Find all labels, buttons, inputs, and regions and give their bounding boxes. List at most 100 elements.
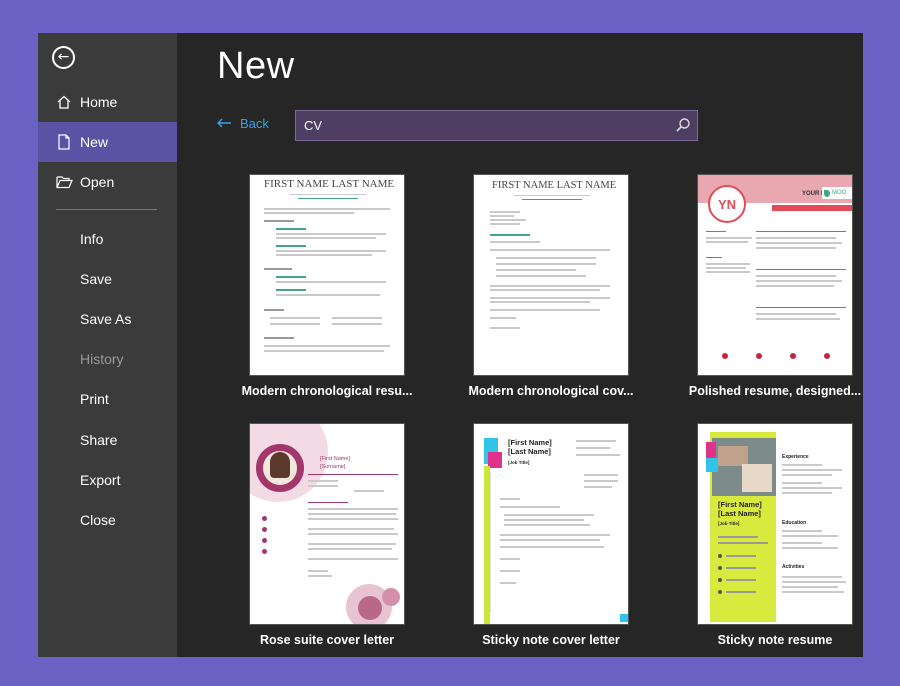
- template-card[interactable]: FIRST NAME LAST NAME Modern chronologica…: [468, 174, 634, 398]
- thumb-line: [490, 289, 600, 291]
- thumb-line: [718, 536, 758, 538]
- thumb-line: [308, 548, 392, 550]
- thumb-line: [584, 474, 618, 476]
- backstage-sidebar: ← Home New Open Info Save Save As Histor…: [38, 33, 177, 657]
- thumb-line: [264, 208, 390, 210]
- thumb-line: [726, 579, 756, 581]
- template-search-box[interactable]: [295, 110, 698, 141]
- new-document-icon: [55, 133, 73, 151]
- thumb-title: FIRST NAME LAST NAME: [264, 178, 395, 190]
- thumb-line: [496, 257, 596, 259]
- thumb-line: [576, 447, 610, 449]
- thumb-last-name: [Last Name]: [718, 509, 761, 518]
- nav-home-label: Home: [80, 94, 118, 110]
- thumb-line: [490, 219, 526, 221]
- home-icon: [55, 93, 73, 111]
- template-card[interactable]: [First Name] [Surname] Rose suite cover …: [249, 423, 405, 647]
- thumb-first-name: [First Name]: [718, 500, 762, 509]
- thumb-line: [276, 250, 386, 252]
- thumb-line: [500, 570, 520, 572]
- thumb-line: [276, 289, 306, 291]
- nav-share[interactable]: Share: [38, 420, 177, 460]
- template-label[interactable]: Modern chronological cov...: [461, 384, 641, 398]
- nav-save-as[interactable]: Save As: [38, 299, 177, 339]
- thumb-surname: [Surname]: [320, 464, 346, 470]
- thumb-job-title: [Job Title]: [508, 460, 530, 465]
- thumb-section-experience: Experience: [782, 454, 809, 460]
- thumb-line: [308, 570, 328, 572]
- thumb-line: [782, 464, 822, 466]
- nav-print[interactable]: Print: [38, 379, 177, 419]
- search-icon[interactable]: [675, 117, 691, 133]
- nav-export[interactable]: Export: [38, 460, 177, 500]
- thumb-section-activities: Activities: [782, 564, 805, 570]
- thumb-line: [756, 237, 836, 239]
- thumb-line: [782, 547, 838, 549]
- thumb-line: [706, 267, 746, 269]
- thumb-line: [706, 237, 752, 239]
- thumb-photo-figure: [270, 452, 290, 478]
- template-card[interactable]: YN YOUR N MOO Polished resume, designed.…: [689, 174, 861, 398]
- thumb-line: [504, 519, 584, 521]
- template-card[interactable]: FIRST NAME LAST NAME Modern chronologica…: [242, 174, 412, 398]
- thumb-line: [756, 313, 836, 315]
- thumb-line: [500, 498, 520, 500]
- backstage-window: ← Home New Open Info Save Save As Histor…: [38, 33, 863, 657]
- thumb-line: [308, 518, 398, 520]
- template-thumbnail[interactable]: [First Name] [Last Name] [Job Title]: [473, 423, 629, 625]
- template-label[interactable]: Rose suite cover letter: [237, 633, 417, 647]
- template-thumbnail[interactable]: [First Name] [Last Name] [Job Title] Exp…: [697, 423, 853, 625]
- thumb-line: [496, 275, 586, 277]
- template-thumbnail[interactable]: YN YOUR N MOO: [697, 174, 853, 376]
- thumb-line: [726, 567, 756, 569]
- thumb-line: [726, 591, 756, 593]
- template-thumbnail[interactable]: FIRST NAME LAST NAME: [473, 174, 629, 376]
- thumb-contact-dot: [262, 538, 267, 543]
- thumb-contact-dot: [718, 590, 722, 594]
- thumb-sticky: [620, 614, 628, 622]
- thumb-line: [264, 345, 390, 347]
- nav-new[interactable]: New: [38, 122, 177, 162]
- thumb-sticky: [706, 458, 718, 472]
- page-title: New: [217, 45, 295, 87]
- template-card[interactable]: [First Name] [Last Name] [Job Title] Sti…: [473, 423, 629, 647]
- back-arrow-icon[interactable]: ←: [52, 46, 75, 69]
- thumb-line: [782, 586, 838, 588]
- template-label[interactable]: Sticky note resume: [685, 633, 863, 647]
- thumb-line: [264, 309, 284, 311]
- thumb-line: [782, 581, 846, 583]
- thumb-line: [504, 514, 594, 516]
- nav-save[interactable]: Save: [38, 259, 177, 299]
- thumb-line: [490, 297, 610, 299]
- thumb-line: [576, 454, 620, 456]
- thumb-line: [264, 350, 384, 352]
- back-arrow-icon: [216, 116, 232, 131]
- nav-open[interactable]: Open: [38, 162, 177, 202]
- template-thumbnail[interactable]: [First Name] [Surname]: [249, 423, 405, 625]
- search-input[interactable]: [296, 111, 666, 140]
- template-card[interactable]: [First Name] [Last Name] [Job Title] Exp…: [697, 423, 853, 647]
- thumb-line: [500, 546, 604, 548]
- thumb-line: [706, 257, 722, 258]
- back-link[interactable]: Back: [216, 116, 269, 131]
- thumb-line: [270, 323, 320, 325]
- thumb-job-title: [Job Title]: [718, 521, 740, 526]
- nav-separator: [56, 209, 157, 210]
- nav-info[interactable]: Info: [38, 219, 177, 259]
- thumb-line: [584, 486, 612, 488]
- thumb-line: [500, 558, 520, 560]
- template-label[interactable]: Modern chronological resu...: [237, 384, 417, 398]
- template-thumbnail[interactable]: FIRST NAME LAST NAME: [249, 174, 405, 376]
- nav-close[interactable]: Close: [38, 500, 177, 540]
- nav-history[interactable]: History: [38, 339, 177, 379]
- thumb-photo-detail: [718, 446, 748, 466]
- template-label[interactable]: Sticky note cover letter: [461, 633, 641, 647]
- thumb-contact-dot: [718, 554, 722, 558]
- thumb-line: [500, 534, 610, 536]
- thumb-line: [522, 199, 582, 200]
- template-label[interactable]: Polished resume, designed...: [685, 384, 863, 398]
- nav-home[interactable]: Home: [38, 82, 177, 122]
- thumb-line: [490, 215, 514, 217]
- thumb-line: [782, 469, 842, 471]
- thumb-line: [276, 233, 386, 235]
